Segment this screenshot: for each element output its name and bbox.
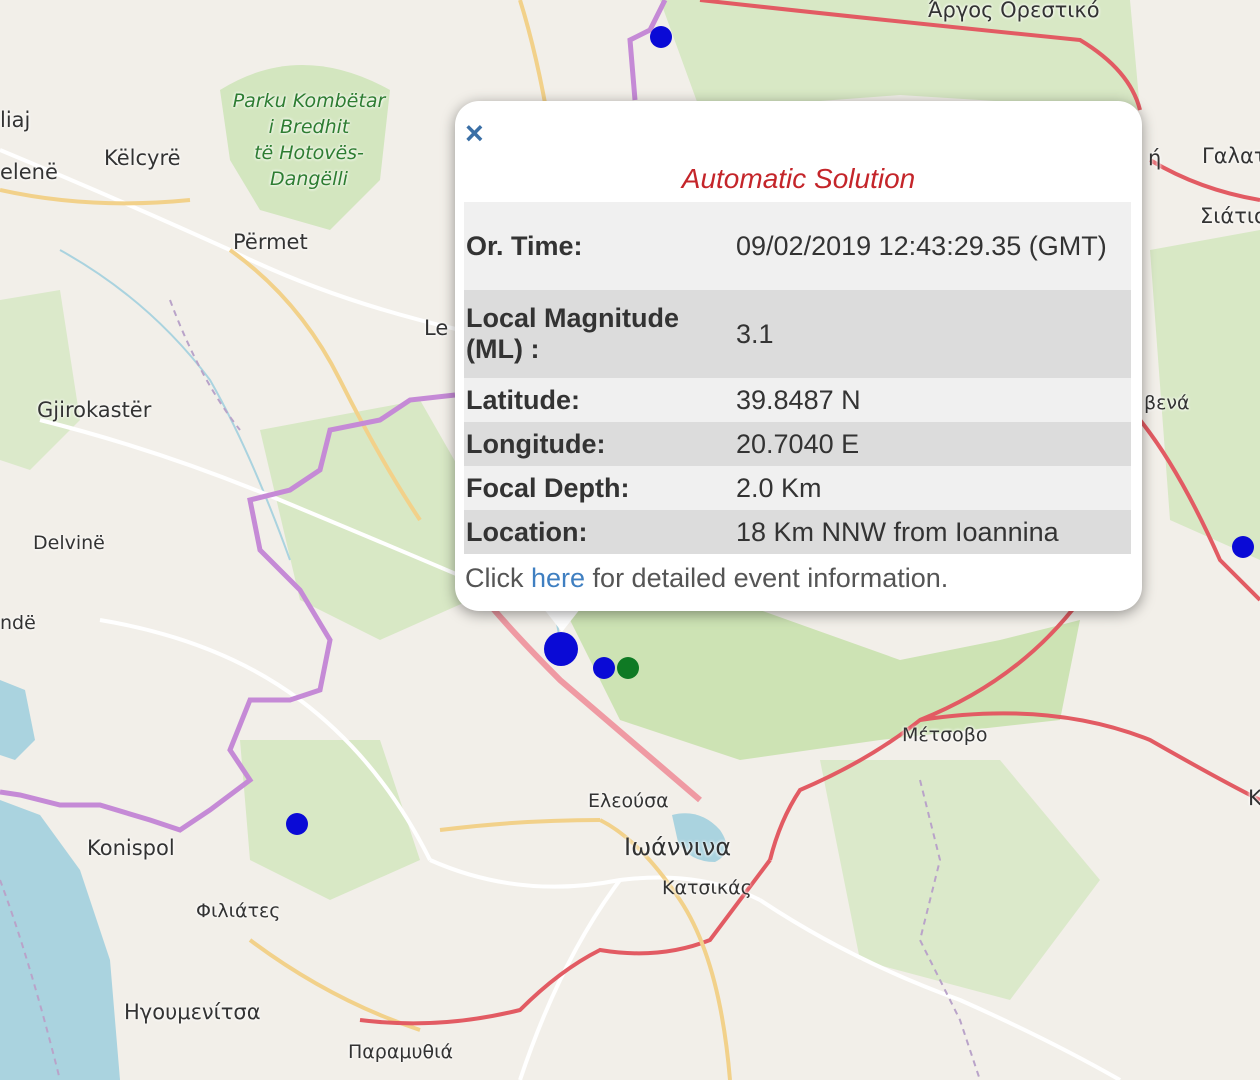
close-icon[interactable]: ×: [465, 117, 484, 149]
map-canvas[interactable]: Άργος Ορεστικό Parku Kombëtar i Bredhit …: [0, 0, 1260, 1080]
event-popup: × Automatic Solution Or. Time: 09/02/201…: [455, 101, 1142, 611]
popup-heading: Automatic Solution: [681, 163, 916, 194]
table-row: Latitude: 39.8487 N: [464, 378, 1131, 422]
place-label-le: Le: [424, 316, 449, 340]
field-label: Or. Time:: [466, 230, 583, 261]
place-label-ioannina: Ιωάννινα: [624, 833, 732, 861]
earthquake-marker[interactable]: [650, 26, 672, 48]
table-row: Local Magnitude (ML) : 3.1: [464, 290, 1131, 378]
field-value: 39.8487 N: [736, 384, 861, 415]
place-label-katsikas: Κατσικάς: [662, 877, 752, 899]
field-value: 09/02/2019 12:43:29.35 (GMT): [736, 230, 1107, 261]
place-label-metsovo: Μέτσοβο: [902, 724, 988, 746]
earthquake-marker-selected[interactable]: [544, 632, 578, 666]
place-label-siatista: Σιάτισ: [1200, 204, 1260, 228]
place-label-nde: ndë: [0, 612, 36, 634]
place-label-galata: Γαλατ: [1202, 144, 1260, 168]
place-label-partial-h: ή: [1148, 146, 1162, 170]
place-label-permet: Përmet: [233, 230, 308, 254]
place-label-filiates: Φιλιάτες: [196, 900, 281, 922]
place-label-argos-orestiko: Άργος Ορεστικό: [928, 0, 1100, 22]
field-value: 2.0 Km: [736, 472, 822, 503]
field-label: Longitude:: [466, 428, 606, 459]
earthquake-marker-green[interactable]: [617, 657, 639, 679]
place-label-deskati: βενά: [1144, 392, 1190, 414]
place-label-gjirokaster: Gjirokastër: [37, 398, 152, 422]
details-note-suffix: for detailed event information.: [585, 563, 949, 593]
table-row: Or. Time: 09/02/2019 12:43:29.35 (GMT): [464, 202, 1131, 290]
field-label: Location:: [466, 516, 588, 547]
park-label-line: Dangëlli: [270, 168, 348, 190]
field-label: Local Magnitude (ML) :: [466, 303, 680, 364]
place-label-delvine: Delvinë: [33, 532, 105, 554]
place-label-eleousa: Ελεούσα: [588, 790, 669, 812]
place-label-konispol: Konispol: [87, 836, 175, 860]
park-label-line: i Bredhit: [268, 116, 350, 138]
event-info-table: Or. Time: 09/02/2019 12:43:29.35 (GMT) L…: [464, 202, 1131, 554]
details-note-prefix: Click: [465, 563, 531, 593]
place-label-elene: elenë: [0, 160, 58, 184]
field-value: 3.1: [736, 318, 774, 349]
park-label-line: Parku Kombëtar: [232, 90, 386, 112]
earthquake-marker[interactable]: [1232, 536, 1254, 558]
table-row: Location: 18 Km NNW from Ioannina: [464, 510, 1131, 554]
park-label-line: të Hotovës-: [254, 142, 364, 164]
place-label-kelcyre: Këlcyrë: [104, 146, 181, 170]
earthquake-marker[interactable]: [593, 657, 615, 679]
field-label: Latitude:: [466, 384, 580, 415]
field-value: 18 Km NNW from Ioannina: [736, 516, 1059, 547]
field-label: Focal Depth:: [466, 472, 630, 503]
place-label-liaj: liaj: [0, 108, 31, 132]
details-note: Click here for detailed event informatio…: [465, 563, 948, 594]
table-row: Longitude: 20.7040 E: [464, 422, 1131, 466]
field-value: 20.7040 E: [736, 428, 860, 459]
place-label-igoumenitsa: Ηγουμενίτσα: [124, 1000, 261, 1024]
place-label-park: Parku Kombëtar i Bredhit të Hotovës- Dan…: [222, 88, 396, 192]
details-link[interactable]: here: [531, 563, 585, 593]
table-row: Focal Depth: 2.0 Km: [464, 466, 1131, 510]
place-label-paramythia: Παραμυθιά: [348, 1041, 454, 1063]
place-label-partial-k: Κ: [1248, 786, 1260, 810]
earthquake-marker[interactable]: [286, 813, 308, 835]
